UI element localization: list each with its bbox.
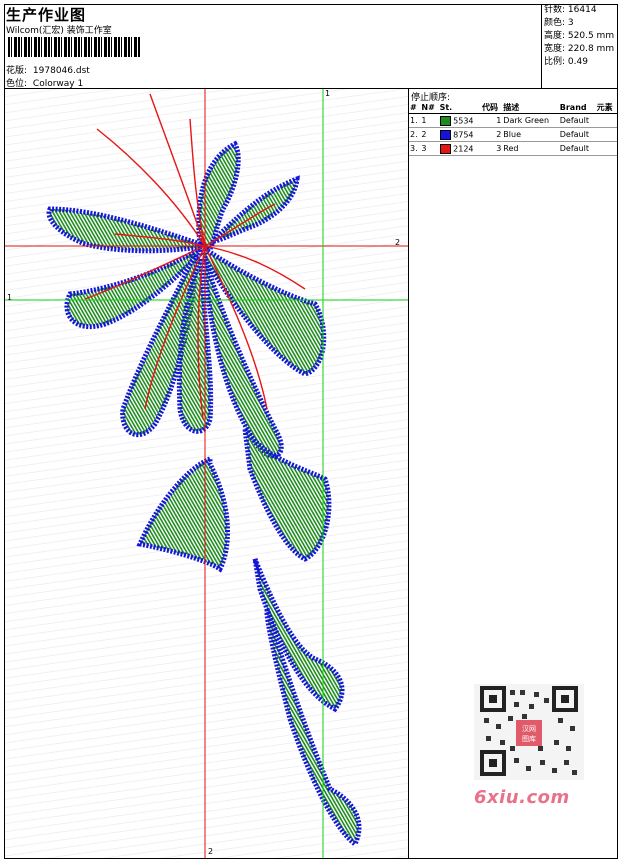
row-needle: 2 [420,127,439,142]
row-index: 3. [409,141,421,156]
row-element [595,113,617,128]
stitch-count: 8754 [453,130,474,139]
green-v-axis-label: 1 [325,89,331,98]
site-watermark: 6xiu.com [474,787,570,808]
stitches-value: 16414 [567,5,597,15]
color-table: # N# St. 代码 描述 Brand 元素 1. 1 5534 1 Dark… [409,101,617,156]
stat-width: 宽度: 220.8 mm [542,43,619,56]
row-needle: 3 [420,141,439,156]
row-brand: Default [558,127,596,142]
stats-panel: 针数: 16414 颜色: 3 高度: 520.5 mm 宽度: 220.8 m… [541,4,619,88]
qr-stamp-line2: 图库 [522,734,536,743]
green-h-axis-label: 1 [7,293,13,302]
row-stitches: 2124 [438,141,482,156]
color-swatch [439,143,451,154]
studio-name: Wilcom(汇宏) 装饰工作室 [6,26,112,36]
stitches-label: 针数: [544,5,566,15]
qr-stamp-line1: 汉网 [522,725,536,733]
row-element [595,141,617,156]
col-element: 元素 [595,101,617,114]
red-run-2 [149,93,206,247]
leaf-mid-left [136,455,231,573]
design-file-line: 花版: 1978046.dst [6,63,90,76]
design-file: 1978046.dst [32,66,90,76]
qr-code-watermark: 汉网 图库 [474,684,584,780]
row-element [595,127,617,142]
row-code: 3 [481,141,503,156]
color-swatch [439,115,451,126]
stat-scale: 比例: 0.49 [542,56,619,69]
stem-upper [242,427,332,562]
col-stitches: St. [438,101,482,114]
row-stitches: 8754 [438,127,482,142]
colors-label: 颜色: [544,18,566,28]
row-description: Dark Green [502,113,559,128]
scale-label: 比例: [544,57,566,67]
row-index: 2. [409,127,421,142]
color-row: 3. 3 2124 3 Red Default [409,141,617,156]
color-swatch [439,129,451,140]
stat-height: 高度: 520.5 mm [542,30,619,43]
width-label: 宽度: [544,44,566,54]
col-brand: Brand [558,101,596,114]
red-h-axis-label: 2 [395,238,401,247]
color-table-header: # N# St. 代码 描述 Brand 元素 [409,101,617,114]
color-row: 1. 1 5534 1 Dark Green Default [409,113,617,128]
col-index: # [409,101,421,114]
row-code: 2 [481,127,503,142]
design-file-label: 花版: [6,66,28,76]
stem-lower [264,608,362,848]
scale-value: 0.49 [567,57,588,67]
row-description: Blue [502,127,559,142]
row-code: 1 [481,113,503,128]
color-row: 2. 2 8754 2 Blue Default [409,127,617,142]
stitch-count: 2124 [453,144,474,153]
row-description: Red [502,141,559,156]
stitch-count: 5534 [453,116,474,125]
stat-stitches: 针数: 16414 [542,4,619,17]
row-stitches: 5534 [438,113,482,128]
col-needle: N# [420,101,439,114]
width-value: 220.8 mm [567,44,615,54]
row-needle: 1 [420,113,439,128]
embroidery-design [5,89,408,858]
petal-left [46,206,203,254]
page-title: 生产作业图 [6,6,87,24]
row-index: 1. [409,113,421,128]
col-description: 描述 [502,101,559,114]
height-label: 高度: [544,31,566,41]
design-canvas: 2 2 1 1 [5,89,408,858]
colors-value: 3 [567,18,574,28]
barcode [8,37,140,57]
red-v-axis-label: 2 [208,847,214,856]
stat-colors: 颜色: 3 [542,17,619,30]
height-value: 520.5 mm [567,31,615,41]
row-brand: Default [558,141,596,156]
row-brand: Default [558,113,596,128]
col-code: 代码 [481,101,503,114]
